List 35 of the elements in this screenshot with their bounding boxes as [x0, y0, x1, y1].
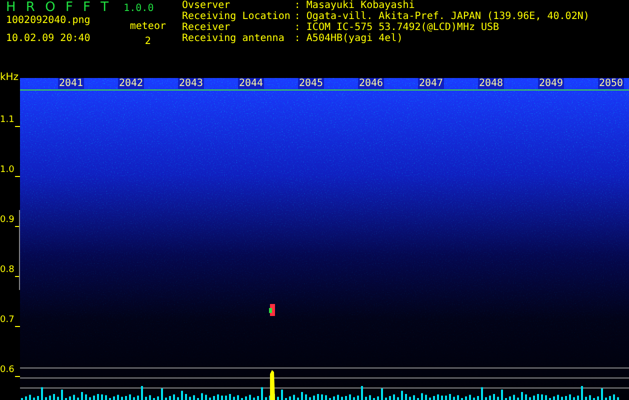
axis-tick	[15, 376, 20, 377]
time-label: 2046	[358, 78, 384, 89]
frequency-label: 0.6	[0, 364, 14, 376]
time-label: 2048	[478, 78, 504, 89]
file-name: 1002092040.png	[6, 15, 90, 27]
axis-tick	[15, 326, 20, 327]
meteor-count: 2	[144, 36, 151, 48]
info-label: Receiving Location	[182, 11, 290, 22]
info-value: : Ogata-vill. Akita-Pref. JAPAN (139.96E, 40.02N)	[294, 11, 590, 22]
app-version: 1.0.0	[124, 3, 154, 14]
info-label: Receiving antenna	[182, 33, 286, 44]
frequency-label: 1.1	[0, 114, 14, 126]
info-value: : ICOM IC-575 53.7492(@LCD)MHz USB	[294, 22, 500, 33]
time-label: 2042	[118, 78, 144, 89]
app-title: H R O F F T	[6, 0, 112, 15]
time-label: 2047	[418, 78, 444, 89]
frequency-label: 0.7	[0, 314, 14, 326]
info-label: Ovserver	[182, 0, 232, 11]
axis-tick	[15, 176, 20, 177]
frequency-label: 0.8	[0, 264, 14, 276]
time-label: 2041	[58, 78, 84, 89]
meteor-label: meteor	[130, 21, 166, 33]
time-label: 2045	[298, 78, 324, 89]
time-label: 2050	[598, 78, 624, 89]
frequency-label: 1.0	[0, 164, 14, 176]
axis-unit: kHz	[0, 72, 19, 83]
time-label: 2049	[538, 78, 564, 89]
frequency-label: 0.9	[0, 214, 14, 226]
date-time: 10.02.09 20:40	[6, 33, 90, 45]
time-label: 2043	[178, 78, 204, 89]
time-label: 2044	[238, 78, 264, 89]
axis-tick	[15, 126, 20, 127]
info-label: Receiver	[182, 22, 232, 33]
info-value: : Masayuki Kobayashi	[294, 0, 416, 11]
info-value: : A504HB(yagi 4el)	[294, 33, 404, 44]
